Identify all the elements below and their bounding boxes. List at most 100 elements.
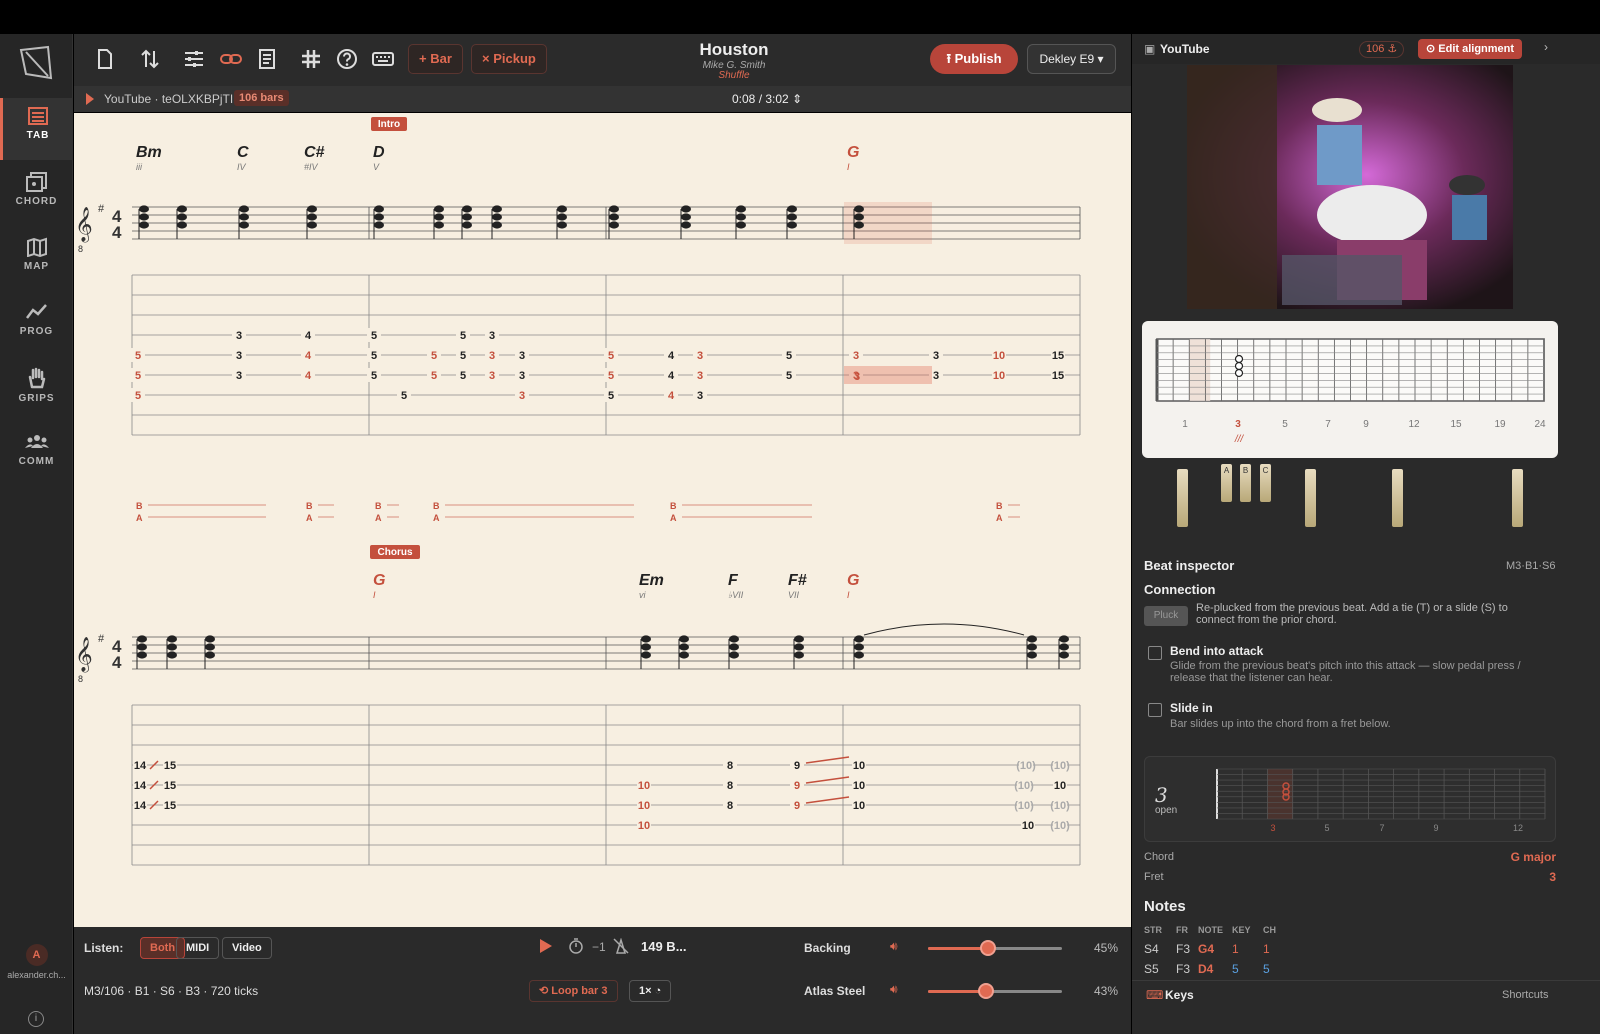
tab-fret-number: 15: [164, 780, 176, 792]
progression-icon: [25, 304, 47, 319]
pickup-button[interactable]: × Pickup: [471, 44, 547, 74]
publish-button[interactable]: ⭱ Publish: [930, 44, 1018, 74]
rail-item-map[interactable]: MAP: [0, 229, 73, 291]
rail-item-chord[interactable]: CHORD: [0, 164, 73, 226]
rail-item-label: GRIPS: [18, 393, 55, 404]
rail-item-grips[interactable]: GRIPS: [0, 359, 73, 421]
info-icon[interactable]: i: [28, 1011, 44, 1027]
mini-fretboard-diagram[interactable]: 3 5 7 9 12: [1203, 757, 1553, 843]
song-title: Houston: [699, 40, 769, 59]
anchor-icon: ⚓︎: [1387, 43, 1398, 55]
play-icon[interactable]: [86, 93, 94, 105]
tab-fret-number: 15: [1052, 370, 1064, 382]
notes-header-cell: NOTE: [1198, 925, 1224, 935]
chord-name: F: [728, 572, 739, 589]
help-icon[interactable]: [336, 48, 358, 70]
rail-item-tab[interactable]: TAB: [0, 98, 73, 160]
tab-fret-number: 3: [697, 390, 703, 402]
metronome-timer-icon[interactable]: [568, 938, 584, 954]
count-in[interactable]: −1: [592, 940, 606, 954]
pedal-lever[interactable]: [1177, 469, 1188, 527]
metronome-muted-icon[interactable]: [613, 938, 629, 954]
notation-svg[interactable]: IntroBmiiiCIVC##IVDVGI𝄞8# 443 4 5 5 35 3 4 5 5 5 3 3…: [74, 113, 1131, 927]
pedal-lever[interactable]: C: [1260, 464, 1271, 502]
app-logo-icon[interactable]: [18, 44, 54, 82]
pedal-lever[interactable]: [1512, 469, 1523, 527]
chord-roman: vi: [639, 590, 647, 600]
shortcuts-link[interactable]: Shortcuts: [1502, 989, 1548, 1001]
edit-alignment-button[interactable]: ⊙ Edit alignment: [1418, 39, 1523, 59]
source-bar: YouTube · teOLXKBPjTI 106 bars 0:08 / 3:…: [74, 86, 1131, 112]
listen-midi-button[interactable]: MIDI: [176, 937, 220, 959]
grid-hash-icon[interactable]: [300, 48, 322, 70]
listen-label: Listen:: [84, 941, 124, 955]
keys-label[interactable]: Keys: [1165, 988, 1194, 1002]
slider-knob[interactable]: [980, 940, 997, 956]
tab-fret-number: 5: [371, 330, 377, 342]
chord-name: G: [847, 144, 859, 161]
loop-button[interactable]: ⟲ Loop bar 3: [529, 980, 618, 1002]
note-head: [794, 635, 804, 643]
steel-volume-slider[interactable]: [928, 983, 1062, 999]
note-head: [1027, 643, 1037, 651]
note-head: [205, 651, 215, 659]
bend-checkbox[interactable]: [1148, 646, 1162, 660]
mini-fretboard[interactable]: 3 open 3 5 7 9 12: [1144, 756, 1556, 842]
speed-button[interactable]: 1× ◔: [629, 980, 672, 1002]
notes-header-cell: CH: [1263, 925, 1276, 935]
pedal-lever[interactable]: [1392, 469, 1403, 527]
song-title-block[interactable]: Houston Mike G. Smith Shuffle: [634, 40, 834, 81]
chord-name: G: [373, 572, 385, 589]
pedal-lever[interactable]: [1305, 469, 1316, 527]
user-account[interactable]: A alexander.ch...: [0, 944, 73, 980]
fret-number: 15: [1450, 419, 1462, 430]
slide-description: Bar slides up into the chord from a fret…: [1170, 718, 1391, 730]
notes-document-icon[interactable]: [256, 48, 278, 70]
slide-checkbox[interactable]: [1148, 703, 1162, 717]
note-head: [434, 205, 444, 213]
slider-knob[interactable]: [977, 983, 994, 999]
new-document-icon[interactable]: [94, 48, 116, 70]
play-button[interactable]: [540, 939, 552, 953]
chevron-right-icon[interactable]: ›: [1544, 40, 1548, 54]
pedal-label-a: A: [136, 513, 143, 523]
pedal-lever[interactable]: B: [1240, 464, 1251, 502]
note-head: [679, 651, 689, 659]
tuning-select[interactable]: Dekley E9 ▾: [1027, 44, 1116, 74]
backing-percent: 45%: [1094, 941, 1119, 955]
note-head: [736, 213, 746, 221]
offset-badge[interactable]: 106 ⚓︎: [1359, 41, 1405, 58]
keyboard-icon[interactable]: [372, 48, 394, 70]
note-head: [167, 651, 177, 659]
backing-volume-slider[interactable]: [928, 940, 1062, 956]
pluck-badge[interactable]: Pluck: [1144, 606, 1188, 626]
steel-volume-icon[interactable]: 🔊︎: [890, 982, 898, 997]
fret-label: Fret: [1144, 871, 1164, 883]
tab-fret-number: 3: [853, 350, 859, 362]
connection-title: Connection: [1144, 582, 1216, 597]
rail-item-prog[interactable]: PROG: [0, 294, 73, 356]
fretboard-diagram[interactable]: 1 3 5 7 9 12 15 19 24 ///: [1142, 321, 1558, 458]
add-bar-button[interactable]: + Bar: [408, 44, 463, 74]
time-readout[interactable]: 0:08 / 3:02 ⇕: [732, 92, 802, 106]
note-head: [1059, 635, 1069, 643]
bpm-readout[interactable]: 149 B...: [641, 939, 687, 954]
note-head: [729, 635, 739, 643]
transpose-icon[interactable]: [139, 48, 161, 70]
settings-sliders-icon[interactable]: [183, 48, 205, 70]
time-signature-bottom: 4: [112, 653, 122, 672]
note-head: [557, 213, 567, 221]
slide-mark: [805, 796, 850, 804]
score-canvas[interactable]: Intro Bm iii C IV C# #IV D V G I 𝄞 8 #4 4 3 4 5 5 3 5 3 4 5 5 5 3 3…: [74, 113, 1131, 927]
backing-volume-icon[interactable]: 🔊︎: [890, 939, 898, 954]
tab-fret-number: 5: [608, 350, 614, 362]
video-player[interactable]: [1187, 65, 1513, 309]
link-icon[interactable]: [220, 48, 242, 70]
listen-video-button[interactable]: Video: [222, 937, 272, 959]
fretboard-card[interactable]: 1 3 5 7 9 12 15 19 24 ///: [1142, 321, 1558, 458]
fret-number: 7: [1325, 419, 1331, 430]
note-head: [239, 221, 249, 229]
note-head: [137, 651, 147, 659]
rail-item-comm[interactable]: COMM: [0, 424, 73, 486]
pedal-lever[interactable]: A: [1221, 464, 1232, 502]
